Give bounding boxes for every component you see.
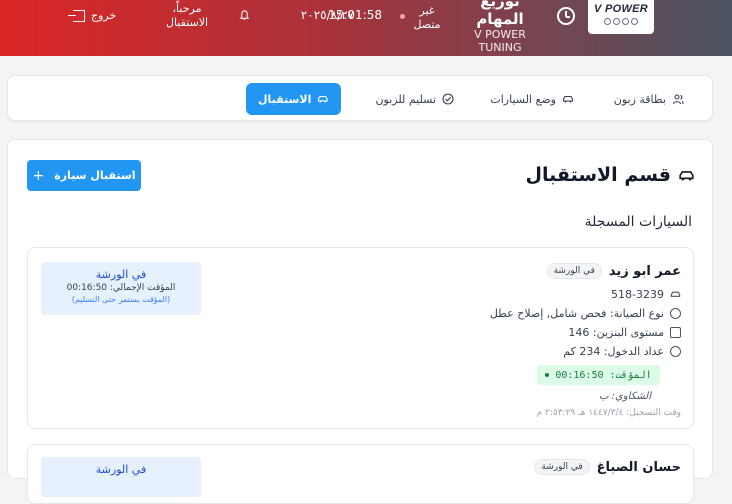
- car-icon: [562, 95, 574, 103]
- tab-deliver-to-customer[interactable]: تسليم للزبون: [363, 83, 466, 115]
- status-dot-icon: [400, 14, 405, 19]
- logo-text: V POWER: [593, 3, 649, 15]
- logout-icon: [68, 9, 85, 22]
- complaints-text: الشكاوي: ب: [599, 391, 651, 402]
- customer-name: عمر ابو زيد: [608, 263, 681, 279]
- connection-status: غير متصل: [400, 4, 444, 32]
- tab-customer-card[interactable]: بطاقة زبون: [602, 83, 696, 115]
- clock-date: ٢٠٢٥/٨/٢٧: [300, 8, 354, 22]
- plate-row: 518-3239: [611, 288, 681, 301]
- registration-time: وقت التسجيل: ١٤٤٧/٣/٤ هـ ٢:٥٣:٢٩ م: [536, 408, 681, 418]
- customer-name: حسان الصباغ: [596, 459, 681, 475]
- car-card[interactable]: حسان الصباغ في الورشة في الورشة: [27, 444, 694, 504]
- fuel-icon: [670, 327, 681, 338]
- tab-label: تسليم للزبون: [375, 92, 436, 106]
- customer-header: عمر ابو زيد في الورشة: [546, 263, 681, 279]
- registered-cars-title: السيارات المسجلة: [584, 214, 692, 230]
- app-title-text: توزيع المهام: [476, 0, 524, 28]
- clock-icon: [557, 7, 575, 25]
- add-car-button[interactable]: استقبال سيارة +: [27, 160, 141, 191]
- tab-label: الاستقبال: [258, 92, 312, 106]
- car-icon: [679, 170, 694, 180]
- welcome-text: مرحباً، الاستقبال: [165, 2, 209, 29]
- fuel-level: مستوى البنزين: 146: [568, 326, 664, 339]
- clock-icon: [670, 308, 681, 319]
- workshop-status: في الورشة: [95, 463, 147, 476]
- logo-emblems: [604, 18, 638, 25]
- tab-reception[interactable]: الاستقبال: [246, 83, 341, 115]
- tab-label: بطاقة زبون: [613, 92, 666, 106]
- timer-text: المؤقت: 00:16:50: [555, 369, 652, 381]
- workshop-status-box: في الورشة: [41, 457, 201, 497]
- customer-header: حسان الصباغ في الورشة: [534, 459, 681, 475]
- status-badge: في الورشة: [546, 263, 602, 279]
- car-card[interactable]: عمر ابو زيد في الورشة 518-3239 نوع الصيا…: [27, 247, 694, 429]
- odometer-value: عداد الدخول: 234 كم: [563, 345, 664, 358]
- main-nav: بطاقة زبون وضع السيارات تسليم للزبون الا…: [7, 75, 713, 121]
- plate-number: 518-3239: [611, 288, 664, 301]
- car-icon: [670, 291, 681, 297]
- section-title: قسم الاستقبال: [526, 164, 695, 186]
- tab-label: وضع السيارات: [490, 92, 556, 106]
- workshop-status: في الورشة: [95, 268, 147, 281]
- logout-button[interactable]: خروج: [68, 9, 117, 22]
- section-title-text: قسم الاستقبال: [525, 164, 671, 186]
- top-header: V POWER توزيع المهام V POWER TUNING غير …: [0, 0, 732, 56]
- odometer-row: عداد الدخول: 234 كم: [563, 345, 681, 358]
- service-type: نوع الصيانة: فحص شامل, إصلاح عطل: [489, 307, 664, 320]
- workshop-status-box: في الورشة المؤقت الإجمالي: 00:16:50 (الم…: [41, 262, 201, 315]
- fuel-row: مستوى البنزين: 146: [568, 326, 681, 339]
- check-circle-icon: [442, 93, 454, 105]
- logout-label: خروج: [91, 9, 117, 22]
- total-timer: المؤقت الإجمالي: 00:16:50: [66, 283, 176, 293]
- reception-panel: قسم الاستقبال استقبال سيارة + السيارات ا…: [7, 139, 713, 504]
- brand-logo: V POWER: [588, 0, 654, 34]
- plus-icon: +: [32, 167, 45, 184]
- status-text: غير متصل: [413, 4, 441, 31]
- car-icon: [318, 96, 329, 103]
- users-icon: [672, 94, 684, 105]
- status-badge: في الورشة: [534, 459, 590, 475]
- timer-badge: المؤقت: 00:16:50: [537, 365, 660, 385]
- gauge-icon: [670, 346, 681, 357]
- bell-icon[interactable]: [239, 10, 250, 21]
- tab-cars-status[interactable]: وضع السيارات: [478, 83, 586, 115]
- timer-dot-icon: [545, 373, 550, 377]
- app-subtitle: V POWER TUNING: [474, 28, 526, 54]
- service-row: نوع الصيانة: فحص شامل, إصلاح عطل: [490, 307, 681, 320]
- add-car-label: استقبال سيارة: [54, 169, 136, 182]
- timer-note: (المؤقت يستمر حتى التسليم): [71, 295, 171, 304]
- app-title: توزيع المهام V POWER TUNING: [455, 0, 545, 54]
